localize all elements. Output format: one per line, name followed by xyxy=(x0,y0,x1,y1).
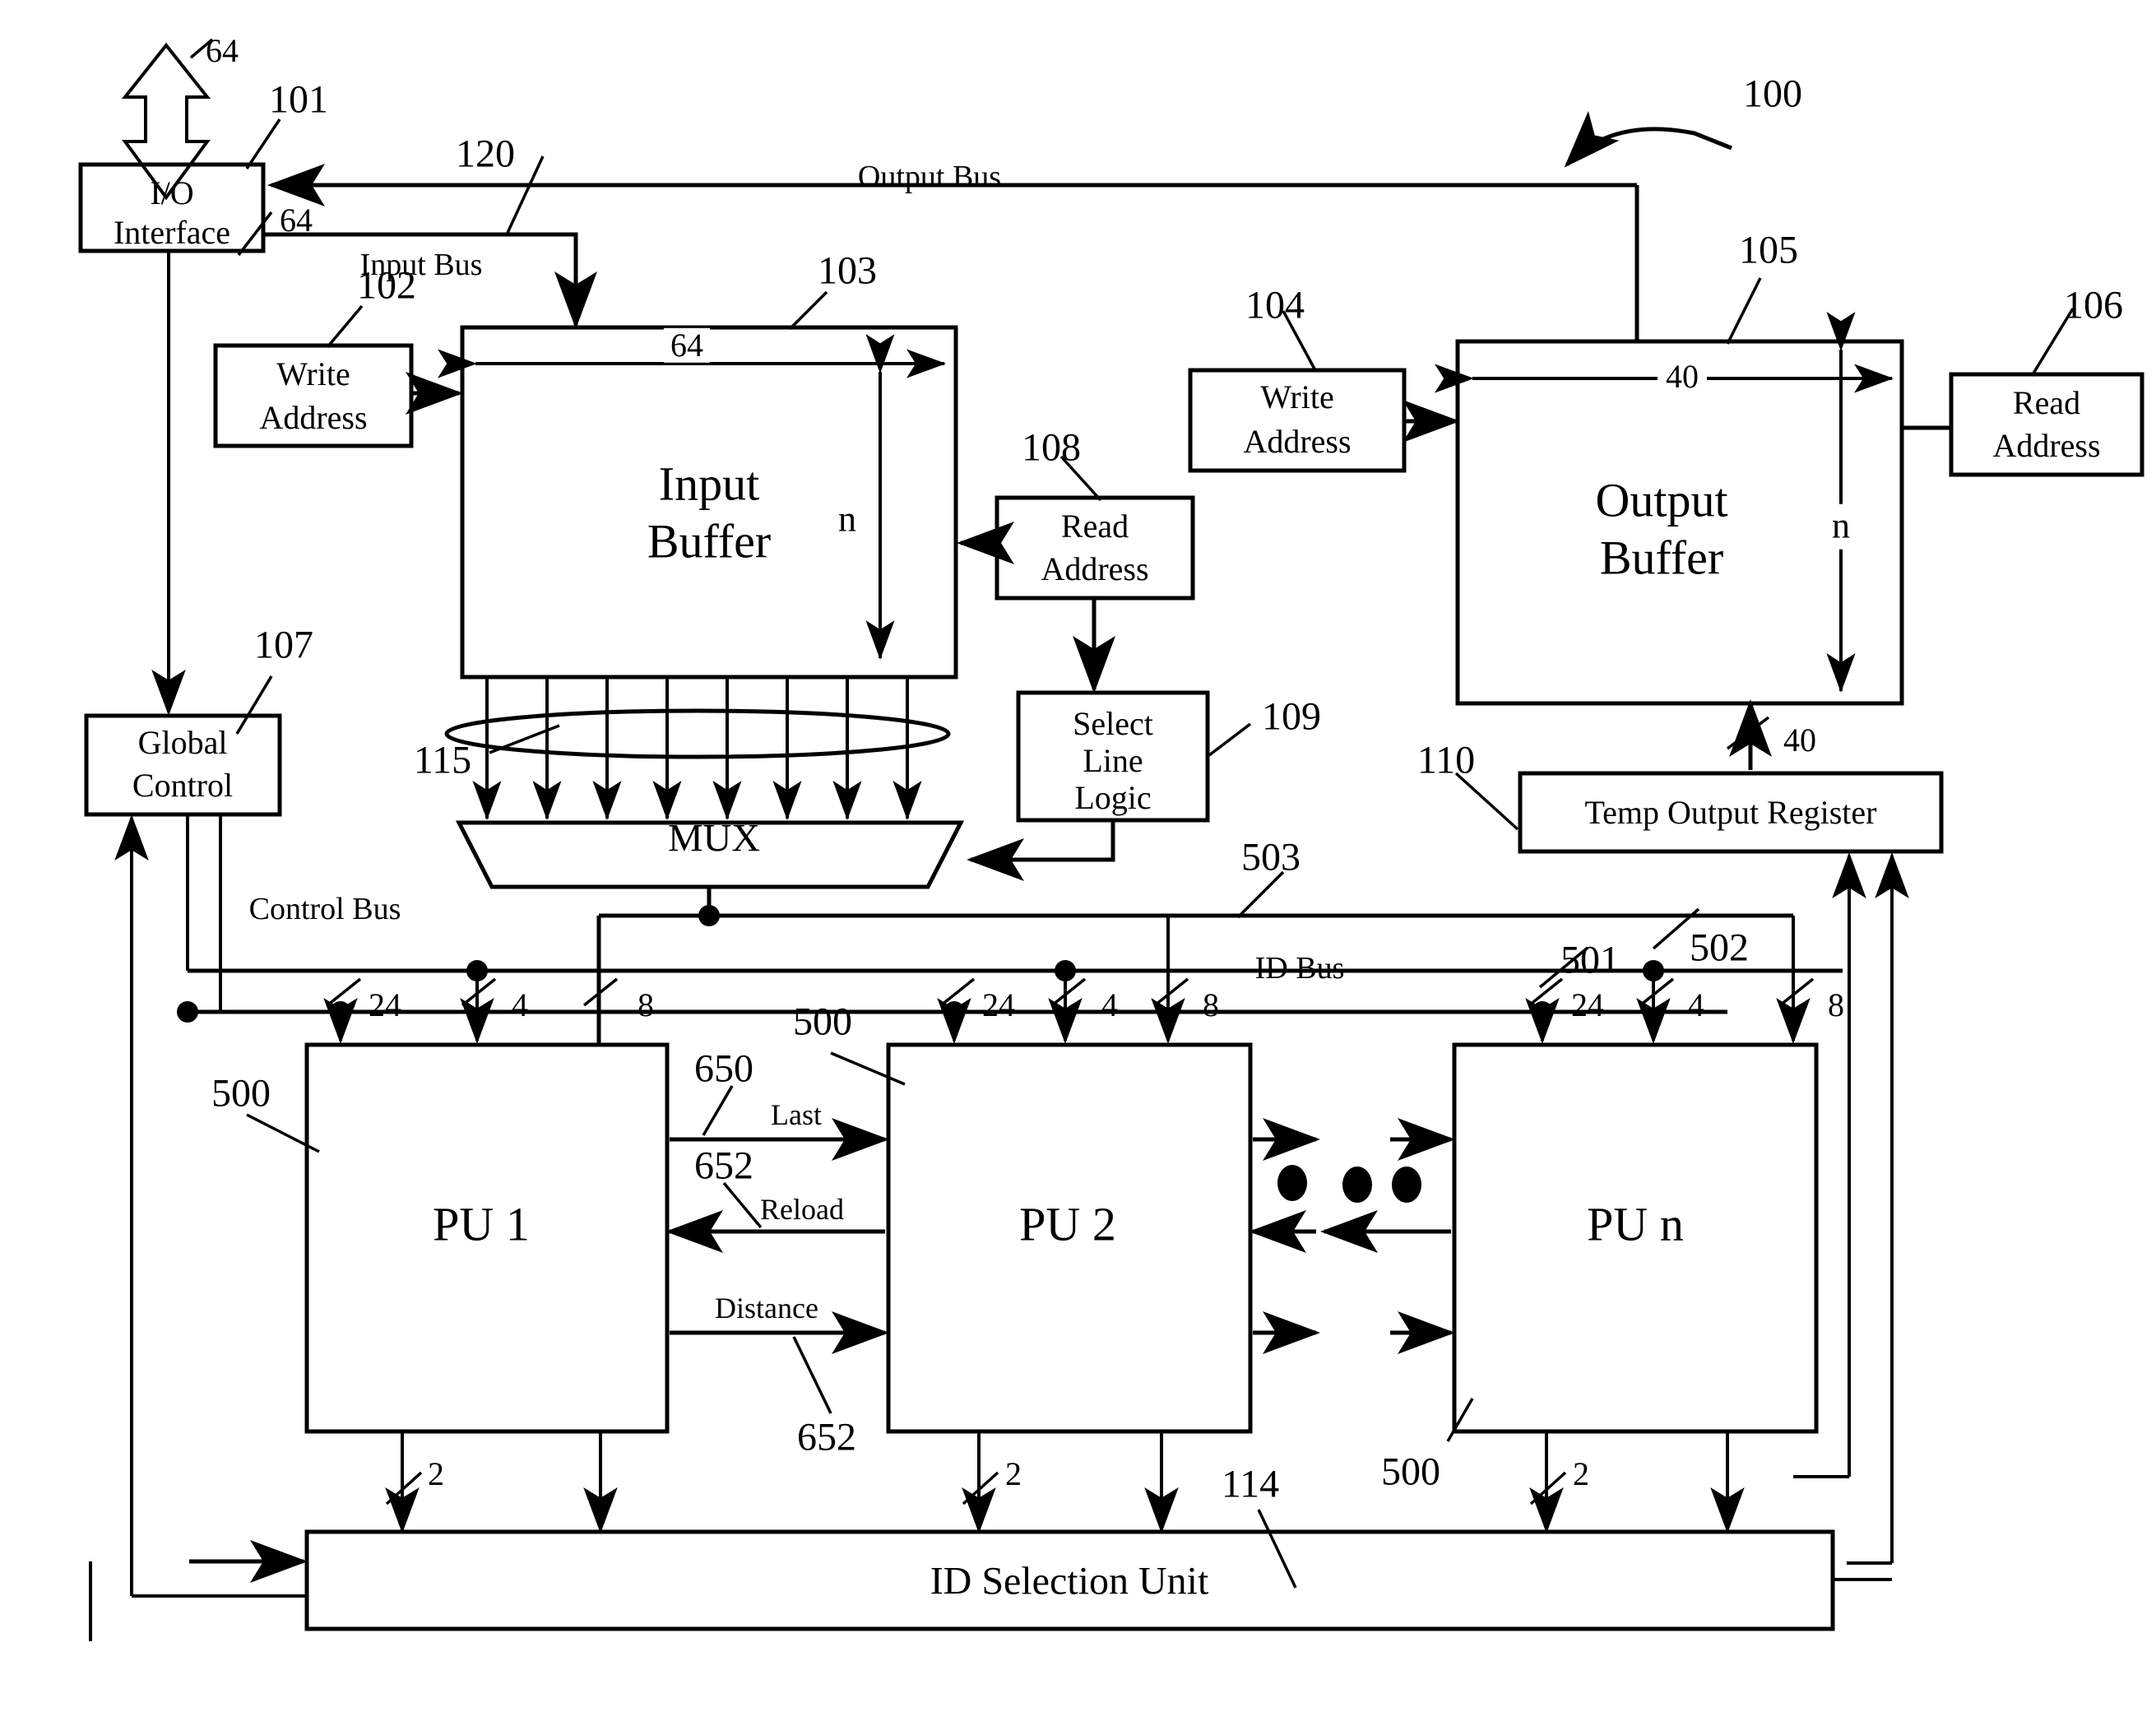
pu1-width-24: 24 xyxy=(369,986,401,1023)
pun-width-4: 4 xyxy=(1688,986,1704,1023)
id-bus-label: ID Bus xyxy=(1254,950,1345,986)
pu2-output-width: 2 xyxy=(1005,1454,1022,1492)
ref-102: 102 xyxy=(357,263,416,308)
select-line-logic-line1: Select xyxy=(1073,704,1153,742)
ref-114: 114 xyxy=(1221,1462,1280,1506)
last-signal-label: Last xyxy=(771,1097,822,1131)
diagram-line-layer xyxy=(78,38,2144,1641)
pu2-width-8: 8 xyxy=(1203,986,1219,1023)
ref-501: 501 xyxy=(1560,938,1620,982)
pu1-label: PU 1 xyxy=(433,1197,530,1251)
output-buffer-width-label: 40 xyxy=(1658,359,1707,395)
control-bus-label: Control Bus xyxy=(248,891,401,926)
io-external-width-label: 64 xyxy=(206,31,239,69)
ref-109: 109 xyxy=(1262,694,1321,739)
select-line-logic-line2: Line xyxy=(1083,741,1143,779)
ref-110: 110 xyxy=(1416,738,1476,782)
global-control-line1: Global xyxy=(137,723,228,761)
pu2-width-4: 4 xyxy=(1101,986,1118,1023)
distance-signal-label: Distance xyxy=(715,1291,818,1324)
io-interface-label-line1: I/O xyxy=(150,174,194,211)
temp-output-width-label: 40 xyxy=(1783,721,1816,758)
output-write-address-line1: Write xyxy=(1260,378,1334,415)
output-read-address-line2: Address xyxy=(1992,426,2101,464)
ref-652-upper: 652 xyxy=(694,1144,753,1188)
input-write-address-line1: Write xyxy=(276,355,350,392)
ref-650: 650 xyxy=(694,1046,753,1091)
ref-105: 105 xyxy=(1739,228,1798,272)
ref-500-a: 500 xyxy=(211,1071,271,1116)
ref-101: 101 xyxy=(269,77,328,122)
ref-103: 103 xyxy=(818,248,877,293)
pun-label: PU n xyxy=(1587,1197,1684,1251)
ref-100: 100 xyxy=(1743,72,1802,116)
ref-120: 120 xyxy=(456,132,515,176)
output-write-address-line2: Address xyxy=(1243,422,1352,460)
ref-107: 107 xyxy=(254,623,313,667)
pu2-label: PU 2 xyxy=(1019,1197,1116,1251)
select-line-logic-line3: Logic xyxy=(1074,778,1152,816)
output-buffer-depth-label: n xyxy=(1827,503,1855,550)
ref-104: 104 xyxy=(1245,283,1305,327)
input-read-address-line2: Address xyxy=(1041,550,1149,587)
pun-width-8: 8 xyxy=(1828,986,1844,1023)
output-buffer-label-line1: Output xyxy=(1595,473,1728,527)
ref-652-lower: 652 xyxy=(797,1415,856,1459)
id-selection-unit-label: ID Selection Unit xyxy=(930,1559,1209,1603)
ref-106: 106 xyxy=(2064,283,2123,327)
output-buffer-label-line2: Buffer xyxy=(1599,531,1724,585)
input-read-address-line1: Read xyxy=(1060,507,1129,545)
ref-108: 108 xyxy=(1022,425,1081,470)
ref-500-b: 500 xyxy=(793,1000,852,1044)
output-read-address-line1: Read xyxy=(2012,383,2081,421)
pu1-output-width: 2 xyxy=(428,1454,444,1492)
input-buffer-label-line1: Input xyxy=(658,457,760,511)
ref-503: 503 xyxy=(1241,835,1301,879)
io-interface-label-line2: Interface xyxy=(113,213,231,251)
global-control-line2: Control xyxy=(132,766,234,804)
io-input-bus-width-label: 64 xyxy=(280,201,313,239)
pu1-width-4: 4 xyxy=(512,986,528,1023)
ref-115: 115 xyxy=(413,738,472,782)
ref-502: 502 xyxy=(1690,925,1749,970)
temp-output-register-label: Temp Output Register xyxy=(1584,793,1877,831)
pun-output-width: 2 xyxy=(1573,1454,1589,1492)
pun-width-24: 24 xyxy=(1571,986,1604,1023)
input-buffer-depth-label: n xyxy=(833,497,861,543)
input-buffer-label-line2: Buffer xyxy=(647,514,772,568)
input-write-address-line2: Address xyxy=(259,398,368,436)
pu2-width-24: 24 xyxy=(982,986,1015,1023)
output-bus-label: Output Bus xyxy=(857,159,1002,194)
ref-500-c: 500 xyxy=(1381,1450,1440,1494)
mux-label: MUX xyxy=(667,816,761,861)
reload-signal-label: Reload xyxy=(760,1192,844,1226)
patent-figure-canvas: 64 101 120 100 Output Bus I/O Interface … xyxy=(0,0,2156,1735)
input-buffer-width-label: 64 xyxy=(664,327,710,364)
pu1-width-8: 8 xyxy=(638,986,654,1023)
